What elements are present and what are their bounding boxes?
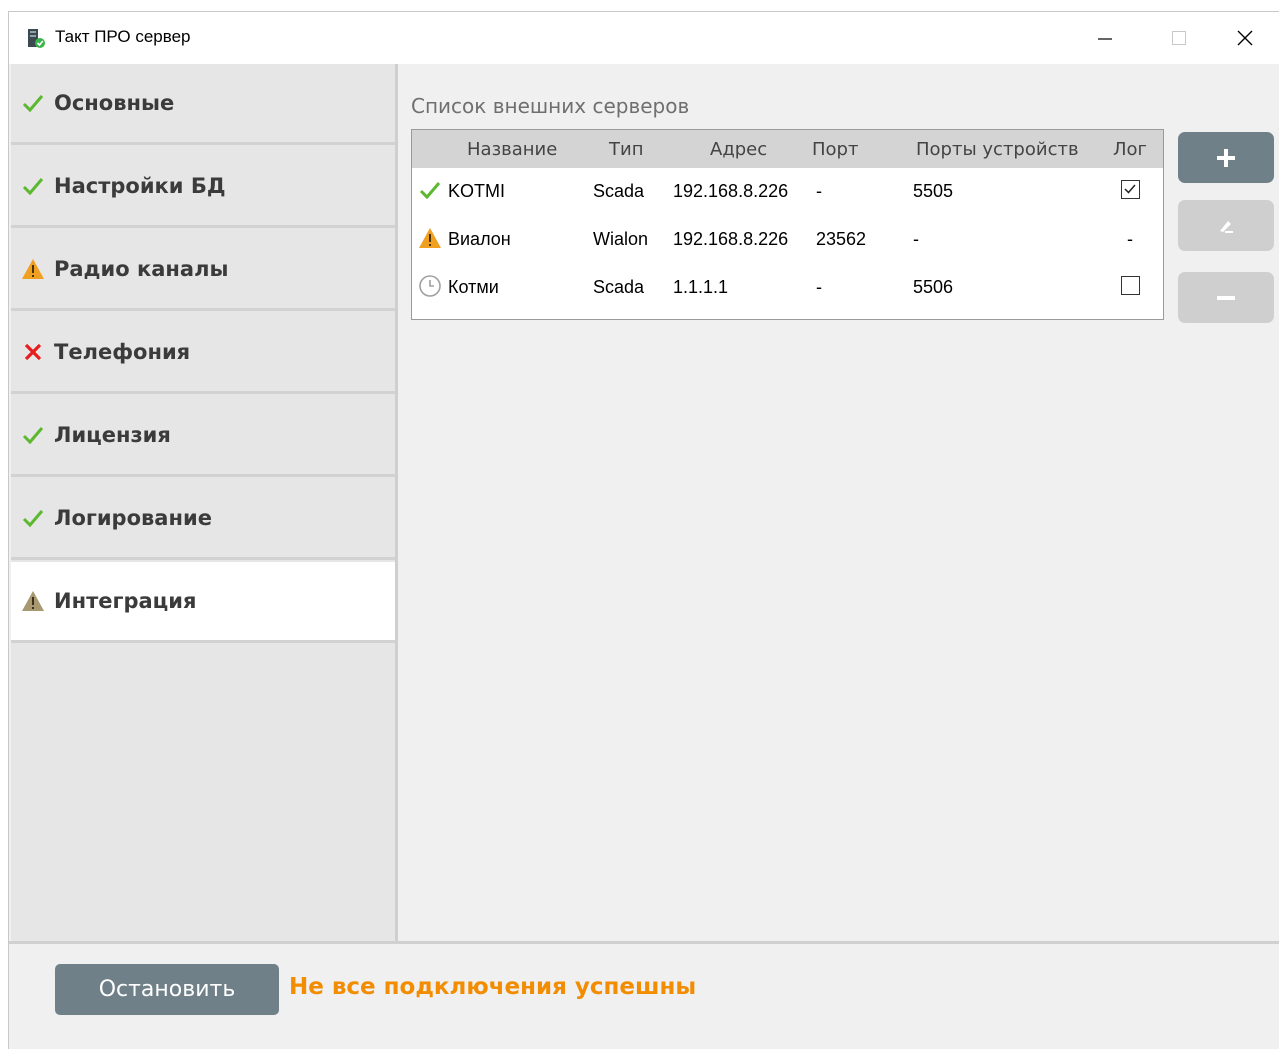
log-checkbox[interactable]	[1121, 180, 1140, 199]
cell-name: KOTMI	[448, 181, 505, 201]
minimize-button[interactable]	[1071, 12, 1139, 64]
connection-status-text: Не все подключения успешны	[289, 974, 697, 1000]
cell-address: 192.168.8.226	[673, 181, 789, 201]
sidebar-item-integration[interactable]: Интеграция	[11, 562, 395, 643]
remove-server-button[interactable]	[1178, 272, 1274, 323]
edit-server-button[interactable]	[1178, 200, 1274, 251]
close-button[interactable]	[1211, 12, 1279, 64]
column-header-log[interactable]: Лог	[1113, 139, 1147, 160]
warning-icon	[20, 256, 46, 282]
minus-icon	[1217, 295, 1235, 300]
sidebar-item-radio-channels[interactable]: Радио каналы	[11, 230, 395, 311]
integration-panel: Список внешних серверов Название Тип Адр…	[398, 64, 1279, 941]
sidebar-item-label: Телефония	[54, 340, 191, 364]
window-title: Такт ПРО сервер	[55, 27, 191, 46]
column-header-address[interactable]: Адрес	[710, 139, 767, 160]
clock-icon	[418, 274, 442, 298]
plus-icon	[1217, 148, 1235, 167]
sidebar-item-label: Логирование	[54, 506, 212, 530]
cell-device-ports: 5505	[913, 181, 954, 201]
cell-port: -	[816, 181, 822, 201]
section-title: Список внешних серверов	[411, 94, 690, 118]
app-server-icon	[26, 28, 46, 48]
checkmark-icon	[1124, 184, 1136, 194]
column-header-device-ports[interactable]: Порты устройств	[916, 139, 1079, 160]
add-server-button[interactable]	[1178, 132, 1274, 183]
servers-table: Название Тип Адрес Порт Порты устройств …	[411, 129, 1164, 320]
stop-button[interactable]: Остановить	[55, 964, 279, 1015]
cell-type: Scada	[593, 181, 645, 201]
cell-address: 192.168.8.226	[673, 229, 789, 249]
column-header-port[interactable]: Порт	[812, 139, 858, 160]
table-row[interactable]: Котми Scada 1.1.1.1 - 5506	[412, 264, 1163, 312]
warning-icon	[20, 588, 46, 614]
sidebar-item-label: Основные	[54, 91, 175, 115]
cell-type: Wialon	[593, 229, 649, 249]
cell-device-ports: -	[913, 229, 919, 249]
cell-port: 23562	[816, 229, 867, 249]
sidebar-item-label: Интеграция	[54, 589, 197, 613]
cell-name: Виалон	[448, 229, 511, 249]
table-header: Название Тип Адрес Порт Порты устройств …	[412, 130, 1163, 168]
warning-icon	[418, 226, 442, 250]
check-icon	[20, 422, 46, 448]
sidebar-item-label: Лицензия	[54, 423, 171, 447]
title-bar: Такт ПРО сервер	[9, 12, 1279, 64]
check-icon	[20, 505, 46, 531]
sidebar-item-label: Радио каналы	[54, 257, 229, 281]
close-icon	[1237, 30, 1253, 46]
column-header-type[interactable]: Тип	[609, 139, 643, 160]
sidebar-item-telephony[interactable]: Телефония	[11, 313, 395, 394]
cell-address: 1.1.1.1	[673, 277, 729, 297]
sidebar-item-db-settings[interactable]: Настройки БД	[11, 147, 395, 228]
cell-port: -	[816, 277, 822, 297]
column-header-name[interactable]: Название	[467, 139, 557, 160]
pencil-icon	[1220, 220, 1233, 233]
sidebar-item-license[interactable]: Лицензия	[11, 396, 395, 477]
cross-icon	[20, 339, 46, 365]
table-row[interactable]: KOTMI Scada 192.168.8.226 - 5505	[412, 168, 1163, 216]
check-icon	[418, 178, 442, 202]
settings-sidebar: Основные Настройки БД Радио каналы Телеф…	[11, 64, 398, 941]
cell-log: -	[1127, 229, 1133, 249]
app-window: Такт ПРО сервер Основные Настройки БД Ра…	[9, 12, 1279, 1049]
footer-bar: Остановить Не все подключения успешны	[9, 941, 1279, 1049]
maximize-icon	[1172, 31, 1186, 45]
log-checkbox[interactable]	[1121, 276, 1140, 295]
sidebar-item-main[interactable]: Основные	[11, 64, 395, 145]
minimize-icon	[1098, 38, 1112, 40]
cell-type: Scada	[593, 277, 645, 297]
sidebar-item-label: Настройки БД	[54, 174, 226, 198]
cell-name: Котми	[448, 277, 499, 297]
cell-device-ports: 5506	[913, 277, 954, 297]
maximize-button[interactable]	[1145, 12, 1213, 64]
check-icon	[20, 173, 46, 199]
check-icon	[20, 90, 46, 116]
sidebar-item-logging[interactable]: Логирование	[11, 479, 395, 560]
table-row[interactable]: Виалон Wialon 192.168.8.226 23562 - -	[412, 216, 1163, 264]
